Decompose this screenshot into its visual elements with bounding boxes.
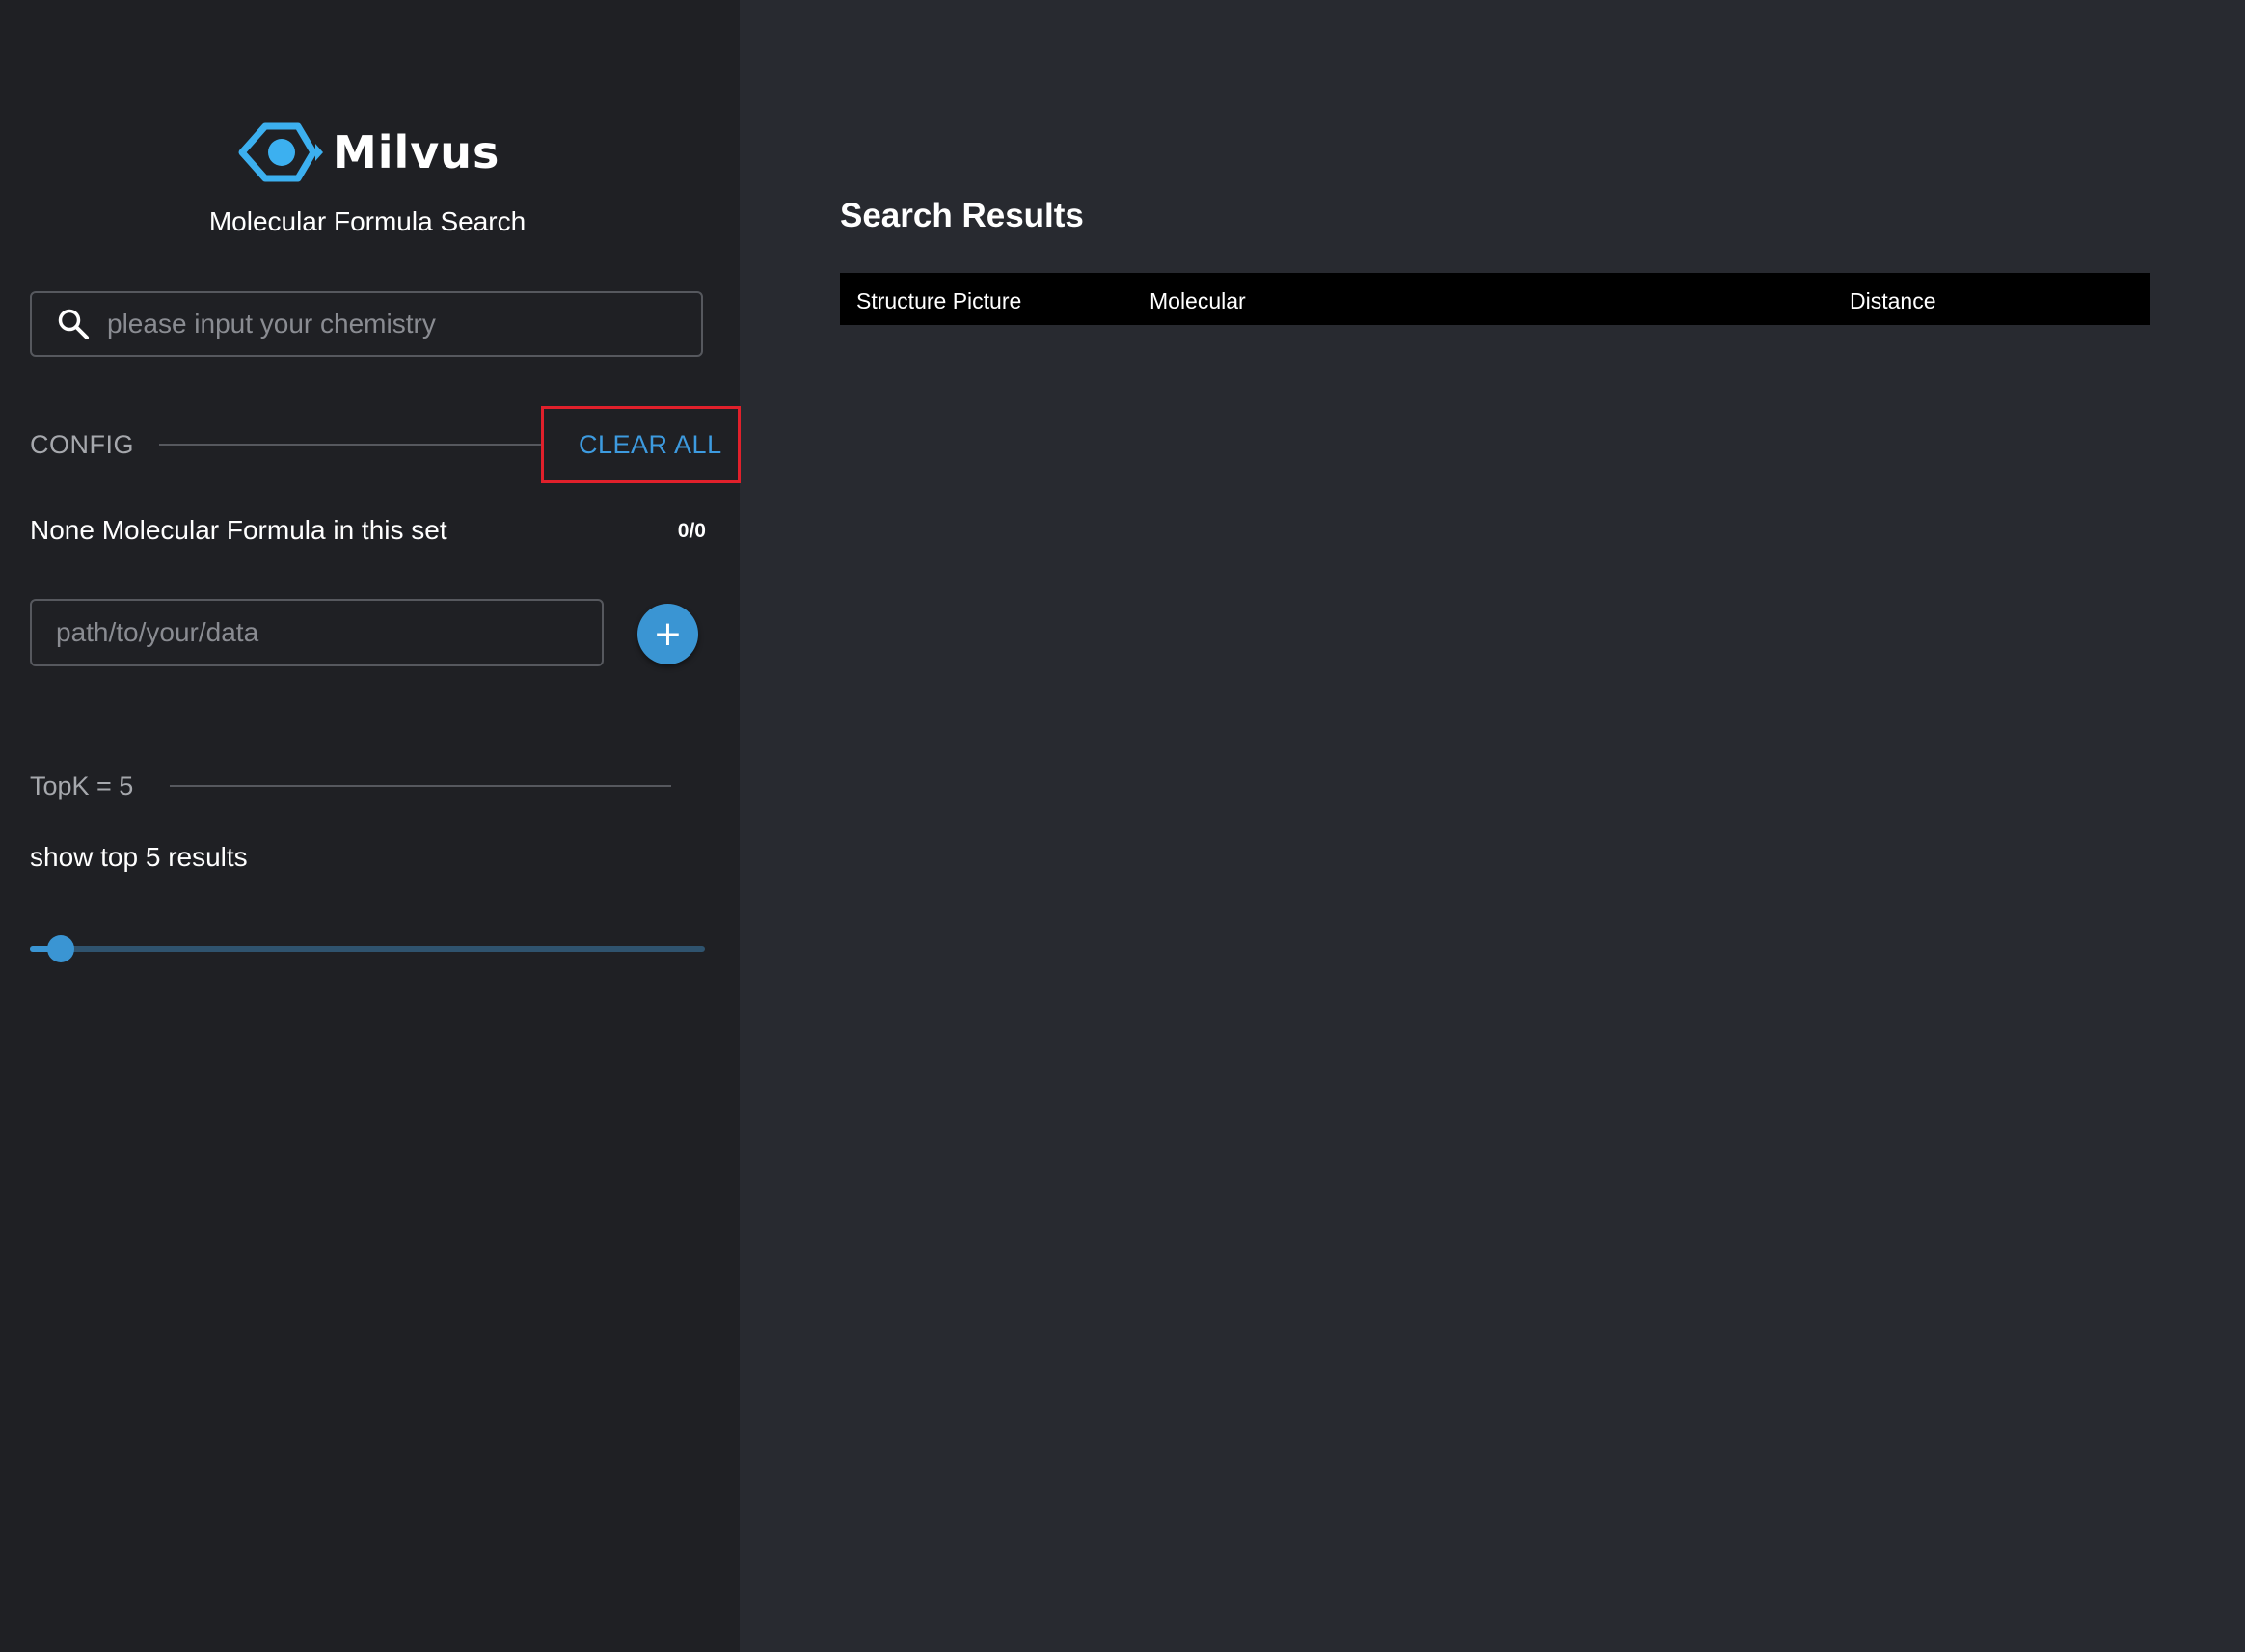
app-root: Milvus Molecular Formula Search CONFIG C… xyxy=(0,0,2245,1652)
data-path-input[interactable] xyxy=(54,616,602,649)
chemistry-search-field[interactable] xyxy=(30,291,703,357)
dataset-status-text: None Molecular Formula in this set xyxy=(30,515,447,545)
column-header-structure-picture: Structure Picture xyxy=(856,288,1022,313)
add-data-button[interactable]: + xyxy=(637,604,698,664)
app-subtitle: Molecular Formula Search xyxy=(208,206,527,236)
topk-divider xyxy=(170,785,671,787)
plus-icon: + xyxy=(653,614,683,654)
slider-rail[interactable] xyxy=(30,946,705,952)
config-section-label: CONFIG xyxy=(30,430,134,459)
slider-thumb[interactable] xyxy=(46,935,74,962)
topk-slider[interactable] xyxy=(30,932,705,966)
clear-all-button[interactable]: CLEAR ALL xyxy=(541,406,741,483)
column-header-distance: Distance xyxy=(1850,288,1936,313)
dataset-count: 0/0 xyxy=(677,520,706,542)
milvus-logo: Milvus xyxy=(238,118,500,187)
milvus-eye-logo-icon xyxy=(238,122,323,182)
topk-description: show top 5 results xyxy=(30,842,248,872)
logo-text: Milvus xyxy=(333,126,500,178)
column-header-molecular: Molecular xyxy=(1150,288,1246,313)
results-table-header: Structure Picture Molecular Distance xyxy=(840,273,2150,325)
config-divider xyxy=(159,444,541,446)
data-path-field[interactable] xyxy=(30,599,604,666)
search-icon xyxy=(58,309,89,339)
sidebar: Milvus Molecular Formula Search CONFIG C… xyxy=(0,0,741,1652)
search-results-title: Search Results xyxy=(840,197,1084,234)
topk-label: TopK = 5 xyxy=(30,772,134,800)
chemistry-search-input[interactable] xyxy=(105,308,701,340)
